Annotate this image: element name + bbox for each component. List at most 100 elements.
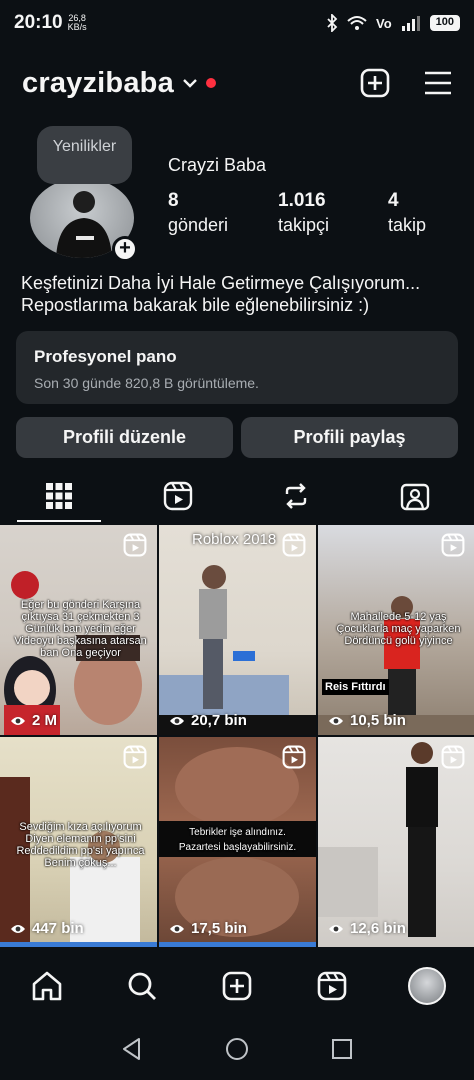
stat-label: takip (388, 215, 427, 235)
post-caption: Tebrikler işe alındınız. Pazartesi başla… (178, 827, 297, 853)
nav-search[interactable] (95, 971, 190, 1001)
nav-profile[interactable] (379, 967, 474, 1005)
view-count: 447 bin (10, 920, 84, 937)
view-count-value: 447 bin (32, 920, 84, 937)
chevron-down-icon[interactable] (182, 77, 198, 89)
stat-label: takipçi (278, 215, 330, 235)
view-count: 2 M (10, 712, 57, 729)
view-count-value: 10,5 bin (350, 712, 406, 729)
profile-header: crayzibaba (0, 58, 474, 108)
status-bar: 20:10 26,8 KB/s Vo 100 (0, 0, 474, 46)
nav-create[interactable] (190, 971, 285, 1001)
tab-tagged[interactable] (356, 470, 474, 522)
bottom-navigation (0, 955, 474, 1017)
dashboard-title: Profesyonel pano (34, 347, 177, 366)
view-count-value: 2 M (32, 712, 58, 729)
progress-bar (159, 942, 316, 947)
note-bubble[interactable]: Yenilikler (37, 126, 132, 184)
stat-label: gönderi (168, 215, 229, 235)
reels-icon (317, 971, 347, 1001)
post-thumbnail[interactable]: Eğer bu gönderi Karşına çıktıysa 31 çekm… (0, 525, 157, 735)
views-eye-icon (170, 716, 184, 725)
wifi-icon (347, 16, 367, 30)
profile-tabs (0, 470, 474, 522)
post-thumbnail[interactable]: Mahallede 5-12 yaş Çocuklarla maç yapark… (318, 525, 474, 735)
display-name: Crayzi Baba (168, 155, 267, 175)
reel-badge-icon (282, 533, 306, 557)
reel-badge-icon (123, 745, 147, 769)
post-thumbnail[interactable]: Sevdiğim kıza açılıyorum Diyen elemanın … (0, 737, 157, 947)
username[interactable]: crayzibaba (22, 67, 174, 100)
recents-square-icon[interactable] (331, 1038, 353, 1060)
create-icon (222, 971, 252, 1001)
post-thumbnail[interactable]: 20,7 bin (159, 525, 316, 735)
dashboard-subtitle: Son 30 günde 820,8 B görüntüleme. (34, 375, 259, 391)
views-eye-icon (170, 924, 184, 933)
status-time: 20:10 (14, 12, 63, 33)
post-caption: Eğer bu gönderi Karşına çıktıysa 31 çekm… (14, 599, 147, 659)
view-count: 12,6 bin (328, 920, 406, 937)
views-eye-icon (11, 716, 25, 725)
tagged-person-icon (400, 483, 429, 511)
notification-dot (205, 78, 216, 88)
network-speed-unit: KB/s (67, 22, 87, 32)
stat-value: 8 (168, 190, 179, 211)
profile-stats: 8 gönderi 1.016 takipçi 4 takip (168, 190, 474, 238)
view-count-value: 17,5 bin (191, 920, 247, 937)
reel-badge-icon (441, 533, 465, 557)
volte-label: Vo (375, 15, 392, 31)
post-caption: Mahallede 5-12 yaş Çocuklarla maç yapark… (336, 611, 461, 647)
stat-posts[interactable]: 8 gönderi (168, 190, 278, 238)
tab-reposts[interactable] (237, 470, 356, 522)
stat-followers[interactable]: 1.016 takipçi (278, 190, 388, 238)
reel-badge-icon (123, 533, 147, 557)
professional-dashboard[interactable]: Profesyonel pano Son 30 günde 820,8 B gö… (16, 331, 458, 404)
views-eye-icon (329, 716, 343, 725)
share-profile-button[interactable]: Profili paylaş (241, 417, 458, 458)
repost-icon (286, 483, 307, 509)
stat-following[interactable]: 4 takip (388, 190, 474, 238)
status-icons: Vo 100 (326, 14, 460, 32)
profile-avatar-icon (407, 967, 446, 1005)
search-icon (128, 972, 157, 1000)
stat-value: 4 (388, 190, 399, 211)
view-count: 10,5 bin (328, 712, 406, 729)
battery-icon: 100 (429, 15, 460, 31)
signal-icon (401, 16, 420, 31)
bluetooth-icon (327, 14, 338, 32)
view-count: 17,5 bin (169, 920, 247, 937)
grid-icon (46, 483, 73, 509)
back-icon[interactable] (121, 1037, 143, 1061)
views-eye-icon (11, 924, 25, 933)
system-navigation (0, 1017, 474, 1080)
post-watermark-text: Roblox 2018 (192, 531, 277, 548)
view-count-value: 12,6 bin (350, 920, 406, 937)
reel-badge-icon (282, 745, 306, 769)
create-post-icon[interactable] (360, 68, 390, 98)
bio-line: Repostlarıma bakarak bile eğlenebilirsin… (21, 295, 370, 315)
home-circle-icon[interactable] (225, 1037, 249, 1061)
reels-icon (163, 481, 192, 511)
progress-bar (0, 942, 157, 947)
post-tag: Reis Fıttırdı (322, 679, 389, 695)
add-story-icon[interactable]: + (112, 236, 138, 262)
profile-bio: Keşfetinizi Daha İyi Hale Getirmeye Çalı… (21, 272, 461, 316)
nav-reels[interactable] (284, 971, 379, 1001)
nav-home[interactable] (0, 971, 95, 1001)
tab-reels[interactable] (119, 470, 238, 522)
tab-posts-grid[interactable] (0, 470, 119, 522)
stat-value: 1.016 (278, 190, 326, 211)
bio-line: Keşfetinizi Daha İyi Hale Getirmeye Çalı… (21, 273, 421, 293)
home-icon (33, 971, 62, 1001)
menu-icon[interactable] (424, 71, 452, 95)
profile-avatar[interactable]: + (30, 178, 138, 262)
network-speed: 26,8 KB/s (68, 14, 87, 32)
post-thumbnail[interactable]: Tebrikler işe alındınız. Pazartesi başla… (159, 737, 316, 947)
post-thumbnail[interactable]: 12,6 bin (318, 737, 474, 947)
edit-profile-button[interactable]: Profili düzenle (16, 417, 233, 458)
post-caption: Sevdiğim kıza açılıyorum Diyen elemanın … (16, 821, 145, 869)
views-eye-icon (329, 924, 343, 933)
view-count-value: 20,7 bin (191, 712, 247, 729)
posts-grid: Eğer bu gönderi Karşına çıktıysa 31 çekm… (0, 525, 474, 950)
reel-badge-icon (441, 745, 465, 769)
